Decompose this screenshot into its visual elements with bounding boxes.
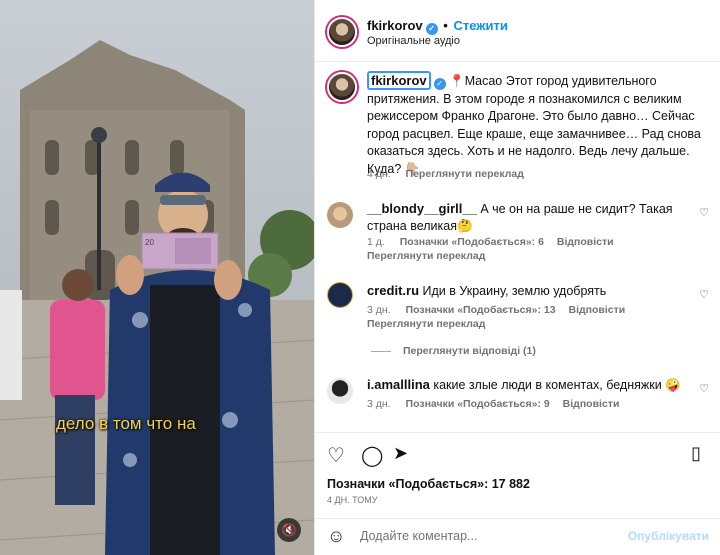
comment-input[interactable]: Додайте коментар... <box>360 529 477 543</box>
comment-time: 3 дн. <box>367 398 391 410</box>
post-actions: ♡ ◯ ➤ ▯ Позначки «Подобається»: 17 882 4… <box>315 432 720 518</box>
reel-video[interactable]: 20 дело в том что на 🔇 <box>0 0 314 555</box>
comment-text: какие злые люди в коментах, бедняжки 🤪 <box>433 378 681 392</box>
speaker-muted-icon: 🔇 <box>281 523 297 537</box>
like-heart-icon[interactable]: ♡ <box>699 288 709 301</box>
add-comment-bar: ☺ Додайте коментар... Опублікувати <box>315 518 720 555</box>
author-username[interactable]: fkirkorov <box>367 18 423 33</box>
comment-time: 1 д. <box>367 236 385 248</box>
separator-dot: • <box>443 18 448 33</box>
like-count[interactable]: Позначки «Подобається»: 17 882 <box>327 477 530 491</box>
comment-likes[interactable]: Позначки «Подобається»: 13 <box>406 304 556 316</box>
video-subtitle: дело в том что на <box>56 414 196 433</box>
comment-bubble-icon[interactable]: ◯ <box>361 443 383 468</box>
like-heart-icon[interactable]: ♡ <box>327 443 345 468</box>
location-link[interactable]: Macao <box>465 74 503 88</box>
author-avatar[interactable] <box>327 17 357 47</box>
post-dialog: 20 дело в том что на 🔇 fkirkorov ✓ • Стеж… <box>0 0 720 555</box>
follow-button[interactable]: Стежити <box>453 18 507 33</box>
verified-badge-icon: ✓ <box>433 78 446 90</box>
translate-link[interactable]: Переглянути переклад <box>367 250 485 262</box>
commenter-avatar[interactable] <box>327 282 353 308</box>
banknote-value: 20 <box>145 238 154 247</box>
like-heart-icon[interactable]: ♡ <box>699 382 709 395</box>
commenter-avatar[interactable] <box>327 378 353 404</box>
mute-button[interactable]: 🔇 <box>277 518 301 542</box>
location-pin-icon: 📍 <box>449 74 465 88</box>
commenter-username[interactable]: i.amalllina <box>367 377 430 392</box>
publish-button[interactable]: Опублікувати <box>628 529 709 543</box>
comment-time: 3 дн. <box>367 304 391 316</box>
comment-text: Иди в Украину, землю удобрять <box>422 284 607 298</box>
audio-link[interactable]: Оригінальне аудіо <box>367 35 460 47</box>
post-date: 4 ДН. ТОМУ <box>327 495 378 505</box>
replies-line <box>371 350 391 352</box>
caption-time: 4 дн. <box>367 168 391 180</box>
view-replies-label: Переглянути відповіді (1) <box>403 345 536 357</box>
post-header: fkirkorov ✓ • Стежити Оригінальне аудіо <box>315 0 720 62</box>
translate-link[interactable]: Переглянути переклад <box>406 168 524 180</box>
bookmark-icon[interactable]: ▯ <box>691 443 701 464</box>
caption-username[interactable]: fkirkorov <box>367 71 431 90</box>
video-frame-illustration: 20 <box>0 0 314 555</box>
view-replies-button[interactable]: Переглянути відповіді (1) <box>371 345 536 357</box>
verified-badge-icon: ✓ <box>425 23 438 35</box>
commenter-avatar[interactable] <box>327 202 353 228</box>
emoji-smiley-icon[interactable]: ☺ <box>327 526 345 547</box>
post-side-panel: fkirkorov ✓ • Стежити Оригінальне аудіо f… <box>314 0 720 555</box>
translate-link[interactable]: Переглянути переклад <box>367 318 485 330</box>
commenter-username[interactable]: credit.ru <box>367 283 419 298</box>
like-heart-icon[interactable]: ♡ <box>699 206 709 219</box>
comment-likes[interactable]: Позначки «Подобається»: 6 <box>400 236 544 248</box>
commenter-username[interactable]: __blondy__girll__ <box>367 201 477 216</box>
share-paper-plane-icon[interactable]: ➤ <box>393 443 408 464</box>
comment-likes[interactable]: Позначки «Подобається»: 9 <box>406 398 550 410</box>
reply-button[interactable]: Відповісти <box>569 304 626 316</box>
caption-avatar[interactable] <box>327 72 357 102</box>
reply-button[interactable]: Відповісти <box>557 236 614 248</box>
reply-button[interactable]: Відповісти <box>563 398 620 410</box>
